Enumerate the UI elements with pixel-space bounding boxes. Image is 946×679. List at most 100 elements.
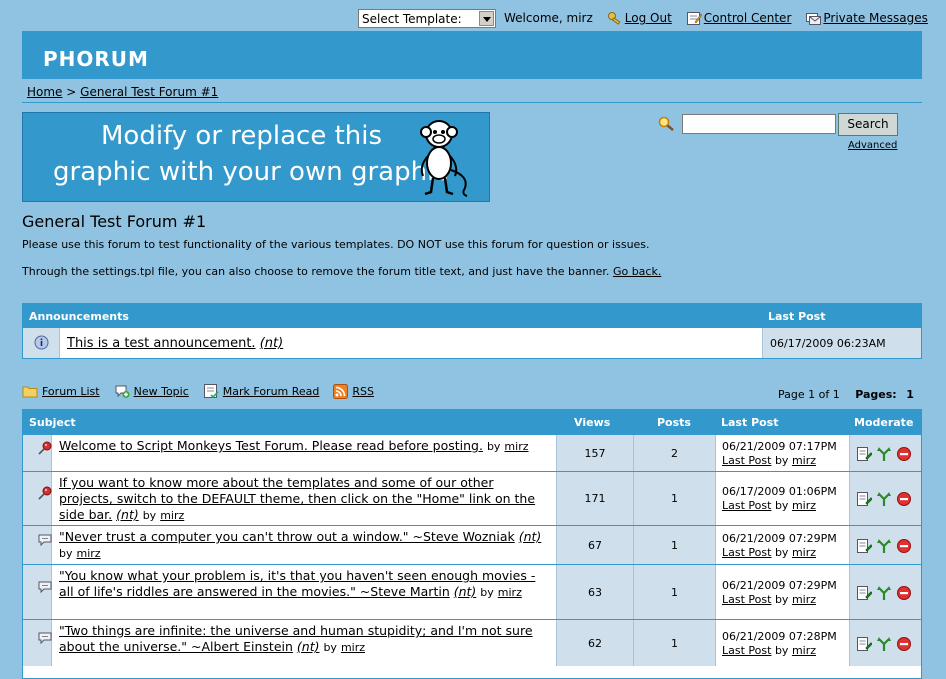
topic-moderate: [849, 472, 921, 525]
logout-link[interactable]: Log Out: [607, 10, 672, 26]
template-select[interactable]: Select Template:: [358, 8, 496, 28]
banner-line-1: Modify or replace this: [101, 121, 383, 151]
table-row: "Never trust a computer you can't throw …: [23, 525, 921, 564]
table-row: Welcome to Script Monkeys Test Forum. Pl…: [23, 434, 921, 471]
topic-posts: 1: [634, 526, 716, 564]
announcements-header-label: Announcements: [29, 310, 129, 323]
forum-banner: Modify or replace this graphic with your…: [22, 112, 490, 202]
topic-last-post-link[interactable]: Last Post: [722, 644, 771, 657]
logo[interactable]: PHORUM: [43, 47, 149, 71]
topic-nt[interactable]: (nt): [116, 507, 139, 522]
go-back-link[interactable]: Go back.: [613, 265, 661, 278]
chevron-down-icon[interactable]: [479, 10, 494, 26]
topic-subject: "Never trust a computer you can't throw …: [59, 529, 545, 562]
table-row: "Two things are infinite: the universe a…: [23, 619, 921, 666]
topic-last-author[interactable]: mirz: [792, 644, 816, 657]
forum-list-label[interactable]: Forum List: [42, 385, 100, 398]
topic-last-author[interactable]: mirz: [792, 499, 816, 512]
table-row: If you want to know more about the templ…: [23, 471, 921, 525]
topic-by: by: [323, 641, 337, 654]
topic-author[interactable]: mirz: [76, 547, 100, 560]
mark-read-label[interactable]: Mark Forum Read: [223, 385, 320, 398]
delete-topic-icon[interactable]: [896, 446, 912, 465]
topic-last-post-link[interactable]: Last Post: [722, 593, 771, 606]
banner-line-2: graphic with your own graphic: [53, 157, 449, 187]
topic-views: 62: [556, 620, 634, 666]
delete-topic-icon[interactable]: [896, 636, 912, 655]
posts-header: Posts: [657, 416, 691, 429]
logout-label[interactable]: Log Out: [625, 11, 672, 25]
topic-last-date: 06/17/2009 01:06PM: [722, 485, 837, 498]
divider: [22, 102, 922, 103]
edit-topic-icon[interactable]: [856, 538, 873, 557]
topic-author[interactable]: mirz: [160, 509, 184, 522]
control-center-label[interactable]: Control Center: [704, 11, 792, 25]
topic-icon-cell: [23, 472, 52, 525]
topic-last-by: by: [774, 546, 789, 559]
info-icon: [34, 335, 49, 350]
breadcrumb-home[interactable]: Home: [27, 85, 62, 99]
topic-posts-value: 2: [671, 447, 678, 460]
search-input[interactable]: [682, 114, 836, 134]
topic-last-author[interactable]: mirz: [792, 454, 816, 467]
split-topic-icon[interactable]: [876, 446, 892, 465]
topic-link[interactable]: Welcome to Script Monkeys Test Forum. Pl…: [59, 438, 483, 453]
edit-topic-icon[interactable]: [856, 491, 873, 510]
topic-last-date: 06/21/2009 07:29PM: [722, 532, 837, 545]
topic-last-post-link[interactable]: Last Post: [722, 454, 771, 467]
edit-topic-icon[interactable]: [856, 636, 873, 655]
topic-last-post-link[interactable]: Last Post: [722, 546, 771, 559]
topic-link[interactable]: "Never trust a computer you can't throw …: [59, 529, 515, 544]
topic-posts-value: 1: [671, 637, 678, 650]
new-topic-label[interactable]: New Topic: [134, 385, 189, 398]
edit-topic-icon[interactable]: [856, 585, 873, 604]
announcement-nt[interactable]: (nt): [260, 336, 283, 351]
private-messages-label[interactable]: Private Messages: [823, 11, 928, 25]
last-post-header: Last Post: [721, 416, 779, 429]
topic-last-post-link[interactable]: Last Post: [722, 499, 771, 512]
topic-last-post: 06/21/2009 07:29PM Last Post by mirz: [722, 579, 848, 607]
search-button[interactable]: Search: [838, 113, 898, 136]
topic-last-post: 06/17/2009 01:06PM Last Post by mirz: [722, 485, 848, 513]
mark-read-link[interactable]: Mark Forum Read: [203, 383, 320, 399]
rss-link[interactable]: RSS: [333, 383, 374, 399]
new-topic-icon: [115, 385, 130, 398]
announcement-subject[interactable]: This is a test announcement. (nt): [67, 336, 283, 351]
forum-list-link[interactable]: Forum List: [22, 384, 100, 398]
announcement-link[interactable]: This is a test announcement.: [67, 336, 256, 351]
topic-last-author[interactable]: mirz: [792, 593, 816, 606]
topic-last-author[interactable]: mirz: [792, 546, 816, 559]
topic-posts-value: 1: [671, 492, 678, 505]
split-topic-icon[interactable]: [876, 585, 892, 604]
rss-label[interactable]: RSS: [352, 385, 374, 398]
topic-link[interactable]: "Two things are infinite: the universe a…: [59, 623, 533, 654]
control-center-link[interactable]: Control Center: [686, 10, 792, 26]
topic-nt[interactable]: (nt): [454, 584, 477, 599]
topic-author[interactable]: mirz: [498, 586, 522, 599]
split-topic-icon[interactable]: [876, 491, 892, 510]
new-topic-link[interactable]: New Topic: [114, 383, 189, 399]
delete-topic-icon[interactable]: [896, 585, 912, 604]
delete-topic-icon[interactable]: [896, 491, 912, 510]
topic-last-date: 06/21/2009 07:28PM: [722, 630, 837, 643]
topic-author[interactable]: mirz: [504, 440, 528, 453]
private-messages-link[interactable]: Private Messages: [805, 10, 928, 26]
forum-nav: Forum List New Topic Mark Forum Read RSS: [22, 383, 388, 399]
advanced-search-link[interactable]: Advanced: [848, 140, 897, 151]
forum-description-text: Through the settings.tpl file, you can a…: [22, 265, 610, 278]
topic-author[interactable]: mirz: [341, 641, 365, 654]
breadcrumb-forum[interactable]: General Test Forum #1: [80, 85, 218, 99]
split-topic-icon[interactable]: [876, 538, 892, 557]
forum-description-2: Through the settings.tpl file, you can a…: [22, 265, 661, 278]
topic-subject: "You know what your problem is, it's tha…: [59, 568, 545, 601]
topic-icon-cell: [23, 565, 52, 619]
split-topic-icon[interactable]: [876, 636, 892, 655]
page-number[interactable]: 1: [906, 388, 914, 401]
topic-last-date: 06/21/2009 07:29PM: [722, 579, 837, 592]
edit-topic-icon[interactable]: [856, 446, 873, 465]
topic-last-by: by: [774, 644, 789, 657]
delete-topic-icon[interactable]: [896, 538, 912, 557]
topic-nt[interactable]: (nt): [519, 529, 542, 544]
edit-document-icon: [686, 12, 702, 25]
topic-nt[interactable]: (nt): [297, 639, 320, 654]
